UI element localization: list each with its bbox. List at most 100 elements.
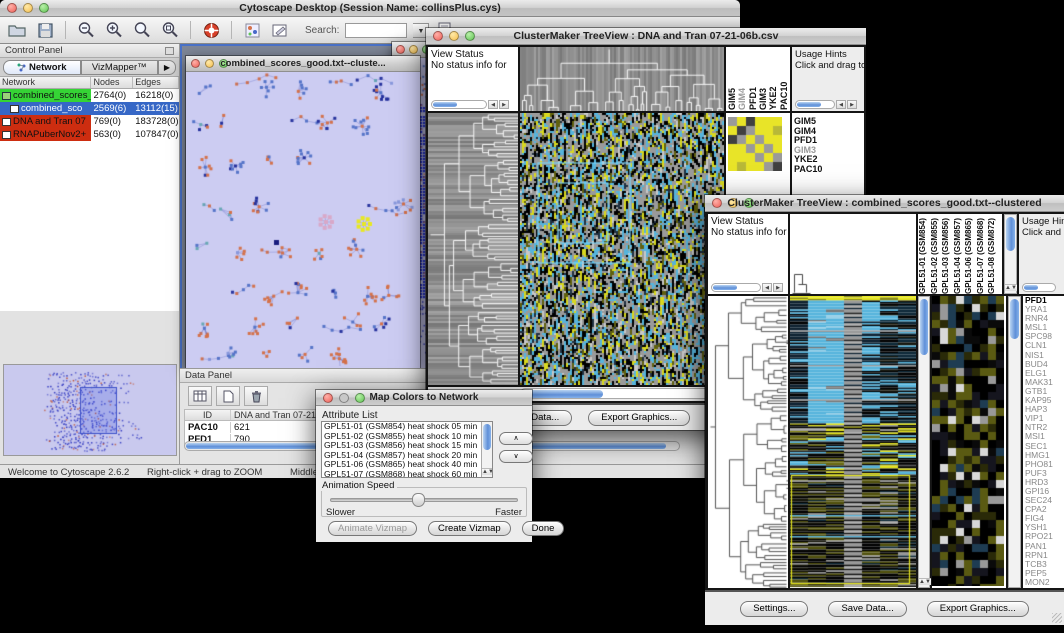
done-button[interactable]: Done xyxy=(522,521,565,536)
animation-speed-label: Animation Speed xyxy=(319,480,397,491)
attribute-list-scrollbar[interactable]: ▲▼ xyxy=(481,422,492,477)
new-attribute-icon[interactable] xyxy=(216,386,240,406)
move-down-button[interactable]: ∨ xyxy=(499,450,533,463)
heatmap[interactable] xyxy=(790,296,916,588)
treeview-combined-buttonbar: Settings... Save Data... Export Graphics..… xyxy=(705,590,1064,625)
status-hint-zoom: Right-click + drag to ZOOM xyxy=(147,467,262,478)
column-label: GPL51-08 (GSM872) xyxy=(987,214,999,294)
select-attributes-icon[interactable] xyxy=(188,386,212,406)
search-label: Search: xyxy=(305,25,339,36)
move-up-button[interactable]: ∧ xyxy=(499,432,533,445)
network-canvas[interactable] xyxy=(186,72,418,366)
faster-label: Faster xyxy=(495,507,522,518)
network-file-icon xyxy=(10,105,19,113)
attribute-list[interactable]: ▲▼ GPL51-01 (GSM854) heat shock 05 minGP… xyxy=(321,421,493,478)
row-label: PAC10 xyxy=(792,165,864,175)
control-panel-title: Control Panel xyxy=(5,45,63,56)
view-status-scrollbar[interactable]: ◀▶ xyxy=(711,282,783,292)
column-label: GPL51-04 (GSM857) xyxy=(953,214,965,294)
delete-attribute-icon[interactable] xyxy=(244,386,268,406)
network-row[interactable]: combined_scores_ 2764(0) 16218(0) xyxy=(0,89,179,102)
search-input[interactable] xyxy=(345,23,407,38)
view-status-scrollbar[interactable]: ◀▶ xyxy=(431,99,509,109)
zoom-in-icon[interactable] xyxy=(103,20,125,40)
treeview-button[interactable]: Save Data... xyxy=(828,601,906,617)
tab-vizmapper[interactable]: VizMapper™ xyxy=(81,60,159,75)
open-session-button[interactable] xyxy=(6,20,28,40)
resize-grip[interactable] xyxy=(1052,613,1062,623)
column-label: YKE2 xyxy=(768,48,778,110)
toolbar-separator xyxy=(231,21,232,39)
column-label: PAC10 xyxy=(779,48,789,110)
network-row[interactable]: combined_sco 2569(6) 13112(15) xyxy=(0,102,179,115)
column-label: GIM5 xyxy=(727,48,737,110)
map-colors-dialog: Map Colors to Network Attribute List ▲▼ … xyxy=(316,390,532,542)
main-window-title: Cytoscape Desktop (Session Name: collins… xyxy=(0,2,740,14)
slower-label: Slower xyxy=(326,507,355,518)
column-label: GPL51-06 (GSM865) xyxy=(964,214,976,294)
treeview-button[interactable]: Settings... xyxy=(740,601,808,617)
dialog-title: Map Colors to Network xyxy=(316,392,532,403)
zoom-heatmap-vscrollbar[interactable] xyxy=(1008,296,1021,588)
gene-labels: PFD1YRA1RNR4MSL1SPC98CLN1NIS1BUD4ELG1MAK… xyxy=(1023,296,1064,588)
help-lifebuoy-icon[interactable] xyxy=(200,20,222,40)
usage-hints-scrollbar[interactable] xyxy=(1022,282,1056,292)
main-titlebar[interactable]: Cytoscape Desktop (Session Name: collins… xyxy=(0,0,740,17)
usage-hints-panel: Usage Hints Click and drag xyxy=(1019,214,1064,294)
minimize-button[interactable] xyxy=(409,45,418,54)
birdseye-view[interactable] xyxy=(3,364,177,456)
zoom-heatmap[interactable] xyxy=(932,296,1006,588)
tab-overflow-arrow[interactable]: ▶ xyxy=(158,60,176,75)
zoom-fit-icon[interactable] xyxy=(159,20,181,40)
column-label: GPL51-03 (GSM856) xyxy=(941,214,953,294)
column-label: GPL51-07 (GSM868) xyxy=(976,214,988,294)
view-status-panel: View Status No status info for ◀▶ xyxy=(428,47,518,111)
speed-slider-thumb[interactable] xyxy=(412,493,425,507)
treeview-button[interactable]: Export Graphics... xyxy=(927,601,1029,617)
annotation-icon[interactable] xyxy=(269,20,291,40)
column-dendrogram[interactable] xyxy=(790,214,916,294)
usage-hints-scrollbar[interactable]: ◀▶ xyxy=(795,99,857,109)
treeview-combined-title: ClusterMaker TreeView : combined_scores_… xyxy=(705,197,1064,209)
column-labels: GPL51-01 (GSM854)GPL51-02 (GSM855)GPL51-… xyxy=(918,214,1002,294)
column-labels-scrollbar[interactable]: ▲▼ xyxy=(1004,214,1017,294)
network-row[interactable]: DNA and Tran 07 769(0) 183728(0) xyxy=(0,115,179,128)
column-dendrogram[interactable] xyxy=(520,47,724,111)
network-view-title: combined_scores_good.txt--cluste... xyxy=(186,58,420,69)
float-panel-icon[interactable] xyxy=(165,47,174,55)
tab-network[interactable]: Network xyxy=(3,60,81,75)
heatmap-vscrollbar[interactable]: ▲▼ xyxy=(918,296,930,588)
attribute-item[interactable]: GPL51-07 (GSM868) heat shock 60 min xyxy=(322,470,492,479)
animate-vizmap-button[interactable]: Animate Vizmap xyxy=(328,521,417,536)
network-tab-icon xyxy=(17,63,26,72)
gene-label: MON2 xyxy=(1023,578,1064,587)
network-file-icon xyxy=(2,131,11,139)
save-session-button[interactable] xyxy=(34,20,56,40)
zoom-column-labels: GIM5GIM4PFD1GIM3YKE2PAC10 xyxy=(726,47,790,111)
view-status-panel: View Status No status info for ◀▶ xyxy=(708,214,788,294)
heatmap[interactable] xyxy=(520,113,724,385)
network-row[interactable]: RNAPuberNov2+ 563(0) 107847(0) xyxy=(0,128,179,141)
create-vizmap-button[interactable]: Create Vizmap xyxy=(428,521,511,536)
row-dendrogram[interactable] xyxy=(708,296,788,588)
network-file-icon xyxy=(2,118,11,126)
network-view-window[interactable]: combined_scores_good.txt--cluste... xyxy=(186,56,420,368)
data-panel-title: Data Panel xyxy=(185,370,232,381)
treeview-button[interactable]: Export Graphics... xyxy=(588,410,690,426)
vizmapper-icon[interactable] xyxy=(241,20,263,40)
network-list: combined_scores_ 2764(0) 16218(0) combin… xyxy=(0,89,179,311)
network-table-header: Network Nodes Edges xyxy=(0,77,179,89)
column-label: GIM3 xyxy=(758,48,768,110)
row-dendrogram[interactable] xyxy=(428,113,518,385)
treeview-combined-window: ClusterMaker TreeView : combined_scores_… xyxy=(705,195,1064,625)
treeview-dna-title: ClusterMaker TreeView : DNA and Tran 07-… xyxy=(426,30,866,42)
close-button[interactable] xyxy=(396,45,405,54)
zoom-selected-icon[interactable] xyxy=(131,20,153,40)
zoom-out-icon[interactable] xyxy=(75,20,97,40)
column-label: GPL51-02 (GSM855) xyxy=(930,214,942,294)
control-panel: Control Panel Network VizMapper™ ▶ Netwo… xyxy=(0,44,180,464)
toolbar-separator xyxy=(65,21,66,39)
network-file-icon xyxy=(2,92,11,100)
column-label: PFD1 xyxy=(748,48,758,110)
attribute-list-label: Attribute List xyxy=(322,410,378,421)
